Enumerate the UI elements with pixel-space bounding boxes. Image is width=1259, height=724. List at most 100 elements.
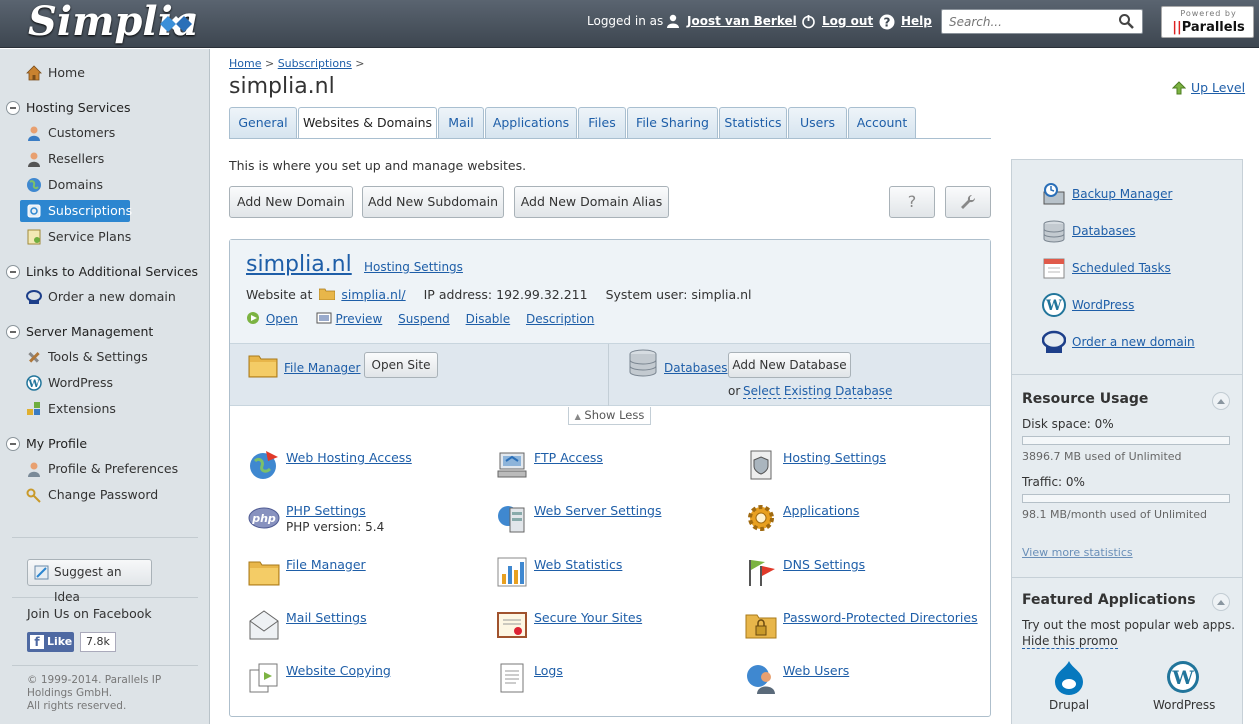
backup-manager-link[interactable]: Backup Manager — [1072, 187, 1172, 201]
tab-file-sharing[interactable]: File Sharing — [627, 107, 718, 138]
suggest-idea-button[interactable]: Suggest an Idea — [27, 559, 152, 604]
search-icon[interactable] — [1118, 13, 1134, 29]
feature-label[interactable]: PHP Settings — [286, 503, 366, 518]
feature-label[interactable]: Website Copying — [286, 663, 391, 678]
collapse-icon[interactable] — [6, 325, 20, 339]
locked-folder-icon — [745, 614, 777, 639]
wordpress-link[interactable]: WordPress — [1072, 298, 1134, 312]
wordpress-app-label[interactable]: WordPress — [1153, 698, 1215, 712]
show-less-toggle[interactable]: ▲ Show Less — [568, 407, 651, 425]
settings-button[interactable] — [945, 186, 991, 218]
logs-document-icon — [500, 663, 524, 693]
copyright: © 1999-2014. Parallels IP Holdings GmbH.… — [27, 674, 202, 713]
feature-label[interactable]: Web Hosting Access — [286, 450, 412, 465]
feature-label[interactable]: Secure Your Sites — [534, 610, 642, 625]
power-icon — [802, 15, 815, 29]
ftp-access-icon — [497, 452, 527, 478]
databases-link[interactable]: Databases — [1072, 224, 1136, 238]
open-site-button[interactable]: Open Site — [364, 352, 438, 378]
add-subdomain-button[interactable]: Add New Subdomain — [362, 186, 504, 218]
folder-icon — [318, 288, 336, 301]
search-input[interactable] — [949, 11, 1119, 32]
sidebar: Home Hosting Services Customers Reseller… — [0, 49, 210, 724]
powered-by-badge[interactable]: Powered by ||Parallels — [1161, 6, 1254, 38]
sidebar-label: Change Password — [48, 487, 159, 502]
user-icon — [667, 14, 679, 28]
preview-link[interactable]: Preview — [336, 312, 383, 326]
reseller-icon — [28, 152, 40, 167]
feature-label[interactable]: DNS Settings — [783, 557, 865, 572]
like-label: Like — [47, 635, 73, 648]
tab-websites-domains[interactable]: Websites & Domains — [298, 107, 437, 139]
site-url-link[interactable]: simplia.nl/ — [341, 287, 405, 302]
order-domain-link[interactable]: Order a new domain — [1072, 335, 1195, 349]
feature-label[interactable]: Mail Settings — [286, 610, 367, 625]
view-more-statistics-link[interactable]: View more statistics — [1022, 546, 1133, 559]
sidebar-label: Profile & Preferences — [48, 461, 179, 476]
up-level-link[interactable]: Up Level — [1172, 80, 1245, 95]
suspend-link[interactable]: Suspend — [398, 312, 450, 326]
file-manager-link[interactable]: File Manager — [284, 361, 361, 375]
logo-diamond-icon — [160, 16, 192, 32]
sidebar-divider — [12, 537, 198, 538]
copyright-text: © 1999-2014. Parallels IP Holdings GmbH. — [27, 674, 162, 699]
panel-divider — [1012, 577, 1242, 578]
tab-applications[interactable]: Applications — [485, 107, 577, 138]
collapse-icon[interactable] — [6, 437, 20, 451]
copy-pages-icon — [249, 663, 278, 693]
tab-statistics[interactable]: Statistics — [719, 107, 787, 138]
feature-label[interactable]: Web Statistics — [534, 557, 622, 572]
key-icon — [26, 488, 41, 503]
sidebar-label: Tools & Settings — [48, 349, 148, 364]
profile-icon — [28, 462, 40, 477]
add-domain-button[interactable]: Add New Domain — [229, 186, 353, 218]
feature-label[interactable]: Logs — [534, 663, 563, 678]
sidebar-label: Home — [48, 65, 85, 80]
tab-users[interactable]: Users — [788, 107, 847, 138]
tab-mail[interactable]: Mail — [438, 107, 484, 138]
collapse-icon[interactable] — [6, 101, 20, 115]
tab-files[interactable]: Files — [578, 107, 626, 138]
hide-promo-link[interactable]: Hide this promo — [1022, 634, 1118, 649]
disable-link[interactable]: Disable — [466, 312, 511, 326]
tab-account[interactable]: Account — [848, 107, 916, 138]
collapse-featured-apps-icon[interactable] — [1212, 593, 1230, 611]
database-icon — [629, 349, 657, 377]
ip-value: 192.99.32.211 — [496, 287, 588, 302]
open-link[interactable]: Open — [266, 312, 298, 326]
breadcrumb-subscriptions[interactable]: Subscriptions — [278, 57, 352, 70]
feature-label[interactable]: Applications — [783, 503, 859, 518]
feature-label[interactable]: FTP Access — [534, 450, 603, 465]
add-database-button[interactable]: Add New Database — [728, 352, 851, 378]
tab-general[interactable]: General — [229, 107, 297, 138]
breadcrumb-home[interactable]: Home — [229, 57, 261, 70]
hosting-settings-link[interactable]: Hosting Settings — [364, 260, 463, 274]
select-existing-database-link[interactable]: Select Existing Database — [743, 384, 893, 399]
scheduled-tasks-link[interactable]: Scheduled Tasks — [1072, 261, 1171, 275]
collapse-resource-usage-icon[interactable] — [1212, 392, 1230, 410]
feature-label[interactable]: Password-Protected Directories — [783, 610, 978, 625]
add-domain-alias-button[interactable]: Add New Domain Alias — [514, 186, 669, 218]
feature-label[interactable]: Web Users — [783, 663, 849, 678]
feature-label[interactable]: Web Server Settings — [534, 503, 661, 518]
databases-link[interactable]: Databases — [664, 361, 728, 375]
logout-link[interactable]: Log out — [822, 14, 873, 28]
like-count: 7.8k — [80, 632, 116, 652]
facebook-icon: f — [30, 635, 44, 649]
sidebar-label: Order a new domain — [48, 289, 176, 304]
disk-space-detail: 3896.7 MB used of Unlimited — [1022, 450, 1182, 463]
feature-label[interactable]: Hosting Settings — [783, 450, 886, 465]
help-link[interactable]: Help — [901, 14, 932, 28]
domain-name-link[interactable]: simplia.nl — [246, 252, 352, 277]
help-button[interactable]: ? — [889, 186, 935, 218]
collapse-icon[interactable] — [6, 265, 20, 279]
sidebar-item-subscriptions[interactable]: Subscriptions — [20, 200, 132, 222]
drupal-app-label[interactable]: Drupal — [1039, 698, 1099, 712]
up-level-label[interactable]: Up Level — [1191, 80, 1245, 95]
feature-label[interactable]: File Manager — [286, 557, 366, 572]
facebook-like-button[interactable]: f Like — [27, 632, 74, 652]
quick-access-divider — [608, 344, 609, 406]
ip-label: IP address: — [423, 287, 493, 302]
description-link[interactable]: Description — [526, 312, 594, 326]
user-name-link[interactable]: Joost van Berkel — [687, 14, 797, 28]
